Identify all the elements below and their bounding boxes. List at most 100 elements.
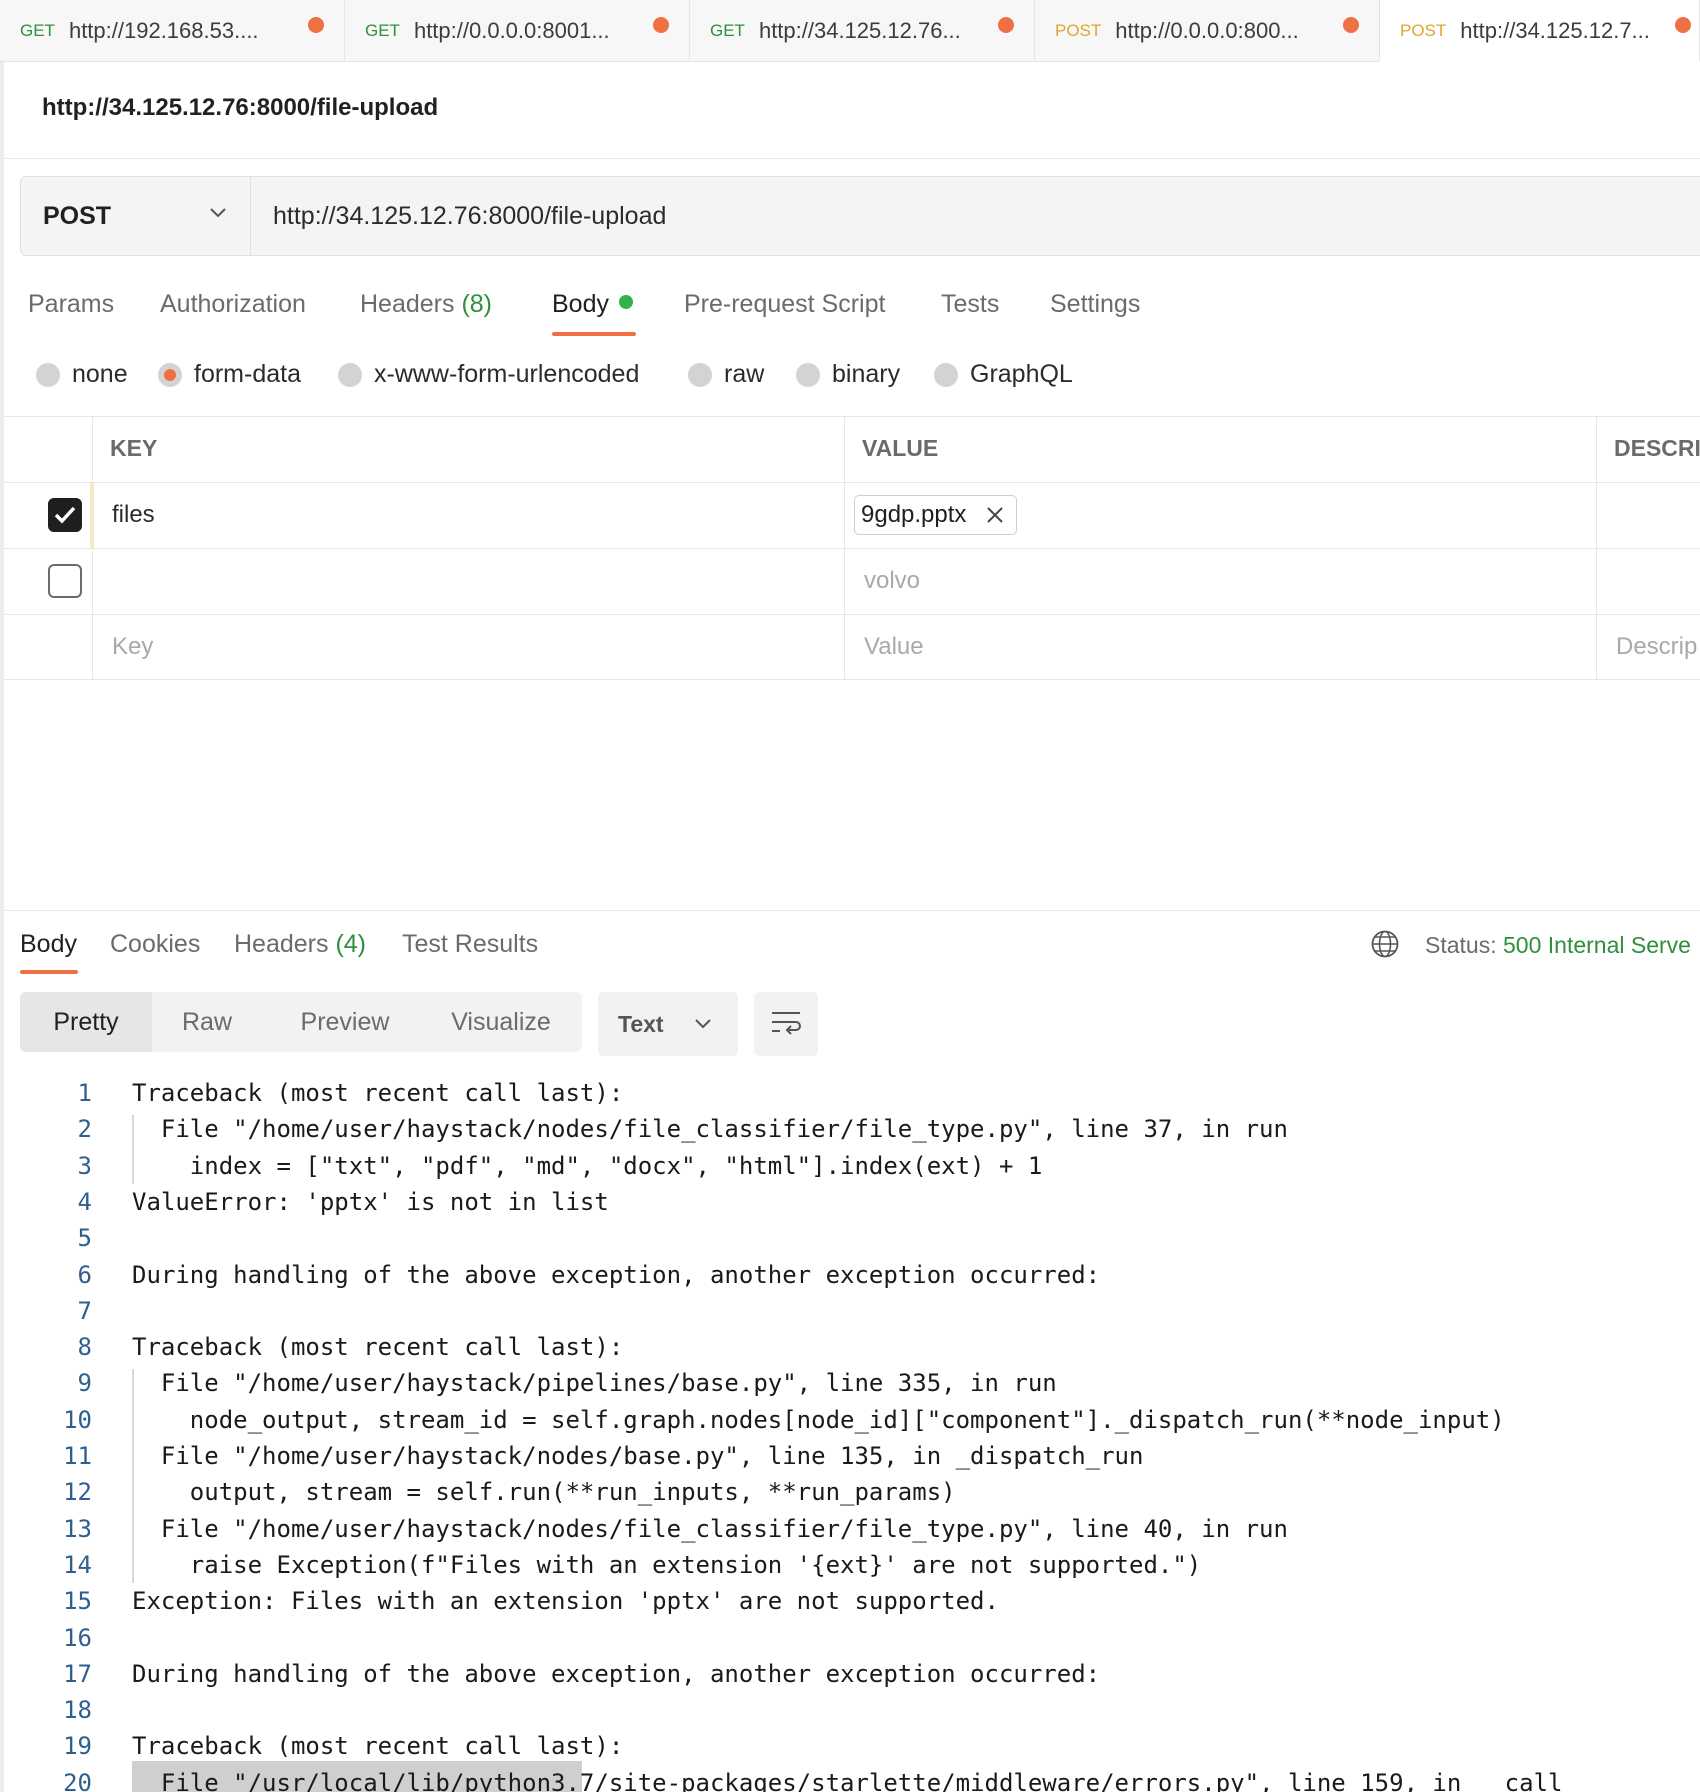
unsaved-dot-icon bbox=[308, 17, 324, 33]
line-number: 7 bbox=[77, 1296, 92, 1325]
tab-label: Body bbox=[552, 290, 609, 318]
line-number: 9 bbox=[77, 1369, 92, 1398]
line-number: 15 bbox=[63, 1587, 92, 1616]
tab-label: Settings bbox=[1050, 290, 1141, 318]
response-tab-headers[interactable]: Headers (4) bbox=[234, 930, 366, 959]
column-divider bbox=[1596, 416, 1597, 680]
tab-params[interactable]: Params bbox=[28, 290, 114, 319]
line-number: 20 bbox=[63, 1768, 92, 1792]
request-tab[interactable]: GET http://34.125.12.76... bbox=[690, 0, 1035, 62]
line-number: 3 bbox=[77, 1151, 92, 1180]
radio-none[interactable]: none bbox=[36, 360, 128, 389]
line-number: 2 bbox=[77, 1115, 92, 1144]
headers-count: (8) bbox=[461, 290, 493, 318]
status-value: 500 Internal Serve bbox=[1503, 932, 1691, 958]
response-status[interactable]: Status: 500 Internal Serve bbox=[1425, 932, 1691, 959]
tab-label: Headers bbox=[360, 290, 455, 318]
view-preview-button[interactable]: Preview bbox=[270, 992, 420, 1052]
radio-label: form-data bbox=[194, 360, 301, 388]
request-tab-bar: GET http://192.168.53.... GET http://0.0… bbox=[0, 0, 1700, 62]
line-number: 19 bbox=[63, 1732, 92, 1761]
column-header-value: VALUE bbox=[862, 435, 939, 461]
value-input[interactable]: Value bbox=[864, 633, 924, 661]
tab-body[interactable]: Body bbox=[552, 290, 633, 319]
key-input[interactable]: Key bbox=[112, 633, 153, 661]
value-cell[interactable]: volvo bbox=[864, 567, 920, 595]
line-number: 10 bbox=[63, 1405, 92, 1434]
tab-headers[interactable]: Headers (8) bbox=[360, 290, 492, 319]
radio-form-data[interactable]: form-data bbox=[158, 360, 301, 389]
radio-raw[interactable]: raw bbox=[688, 360, 764, 389]
method-label: POST bbox=[43, 201, 112, 230]
description-input[interactable]: Descrip bbox=[1616, 633, 1697, 661]
body-indicator-dot-icon bbox=[618, 295, 633, 309]
url-bar: POST http://34.125.12.76:8000/file-uploa… bbox=[20, 176, 1700, 256]
request-tab[interactable]: POST http://0.0.0.0:800... bbox=[1035, 0, 1380, 62]
radio-circle bbox=[36, 362, 60, 387]
request-tab-active[interactable]: POST http://34.125.12.7... bbox=[1379, 0, 1700, 62]
radio-circle bbox=[796, 362, 820, 387]
table-row: volvo bbox=[4, 548, 1700, 614]
url-input[interactable]: http://34.125.12.76:8000/file-upload bbox=[273, 202, 666, 231]
form-data-table: KEY VALUE DESCRI files 9gdp.pptx volvo K… bbox=[4, 416, 1700, 680]
response-body[interactable]: 1 Traceback (most recent call last): 2 Fil… bbox=[0, 1075, 1700, 1792]
code-line: Traceback (most recent call last): bbox=[132, 1333, 624, 1362]
code-line: File "/home/user/haystack/nodes/file_cla… bbox=[132, 1514, 1288, 1543]
line-number: 4 bbox=[77, 1187, 92, 1216]
tab-label: Pre-request Script bbox=[684, 290, 886, 318]
column-divider bbox=[844, 416, 845, 680]
radio-graphql[interactable]: GraphQL bbox=[934, 360, 1073, 389]
wrap-lines-button[interactable] bbox=[754, 992, 818, 1056]
code-line: File "/home/user/haystack/nodes/file_cla… bbox=[132, 1115, 1288, 1144]
code-line: raise Exception(f"Files with an extensio… bbox=[132, 1550, 1202, 1579]
tab-authorization[interactable]: Authorization bbox=[160, 290, 306, 319]
radio-label: GraphQL bbox=[970, 360, 1073, 388]
chevron-down-icon bbox=[210, 208, 226, 218]
view-raw-button[interactable]: Raw bbox=[152, 992, 262, 1052]
wrap-lines-icon bbox=[772, 1012, 801, 1035]
tab-settings[interactable]: Settings bbox=[1050, 290, 1140, 319]
code-line: File "/usr/local/lib/python3.7/site-pack… bbox=[132, 1768, 1563, 1792]
tab-url: http://0.0.0.0:800... bbox=[1115, 17, 1299, 43]
radio-urlencoded[interactable]: x-www-form-urlencoded bbox=[338, 360, 639, 389]
radio-label: raw bbox=[724, 360, 765, 388]
line-number: 12 bbox=[63, 1478, 92, 1507]
row-enabled-checkbox[interactable] bbox=[48, 564, 82, 598]
status-label: Status: bbox=[1425, 932, 1497, 958]
response-tab-body[interactable]: Body bbox=[20, 930, 77, 959]
request-tab[interactable]: GET http://0.0.0.0:8001... bbox=[345, 0, 690, 62]
line-number: 1 bbox=[77, 1079, 92, 1107]
tab-prerequest-script[interactable]: Pre-request Script bbox=[684, 290, 885, 319]
chevron-down-icon bbox=[695, 1019, 711, 1029]
radio-circle-selected bbox=[158, 362, 182, 387]
table-row-new: Key Value Descrip bbox=[4, 614, 1700, 680]
key-cell[interactable]: files bbox=[112, 501, 155, 529]
method-badge: GET bbox=[710, 20, 745, 40]
file-chip[interactable]: 9gdp.pptx bbox=[854, 495, 1018, 535]
view-visualize-button[interactable]: Visualize bbox=[420, 992, 582, 1052]
view-pretty-button[interactable]: Pretty bbox=[20, 992, 152, 1052]
headers-count: (4) bbox=[335, 930, 367, 958]
response-tab-cookies[interactable]: Cookies bbox=[110, 930, 200, 959]
code-line: node_output, stream_id = self.graph.node… bbox=[132, 1405, 1505, 1434]
code-line: File "/home/user/haystack/nodes/base.py"… bbox=[132, 1442, 1144, 1470]
line-number: 14 bbox=[63, 1550, 92, 1579]
tab-tests[interactable]: Tests bbox=[941, 290, 999, 319]
radio-binary[interactable]: binary bbox=[796, 360, 900, 389]
format-select[interactable]: Text bbox=[598, 992, 738, 1056]
globe-icon[interactable] bbox=[1370, 929, 1400, 959]
tab-label: Params bbox=[28, 290, 115, 318]
method-select[interactable]: POST bbox=[21, 177, 251, 255]
row-enabled-checkbox[interactable] bbox=[48, 498, 82, 532]
tab-url: http://34.125.12.76... bbox=[758, 17, 961, 43]
request-title[interactable]: http://34.125.12.76:8000/file-upload bbox=[42, 94, 438, 122]
line-number: 6 bbox=[77, 1260, 92, 1289]
unsaved-dot-icon bbox=[1343, 17, 1359, 33]
response-tab-test-results[interactable]: Test Results bbox=[402, 930, 538, 959]
close-icon[interactable] bbox=[984, 504, 1006, 526]
code-line: Traceback (most recent call last): bbox=[132, 1079, 624, 1107]
method-badge: POST bbox=[1055, 20, 1102, 40]
request-tab[interactable]: GET http://192.168.53.... bbox=[0, 0, 345, 62]
radio-circle bbox=[338, 362, 362, 387]
response-divider[interactable] bbox=[4, 910, 1700, 911]
